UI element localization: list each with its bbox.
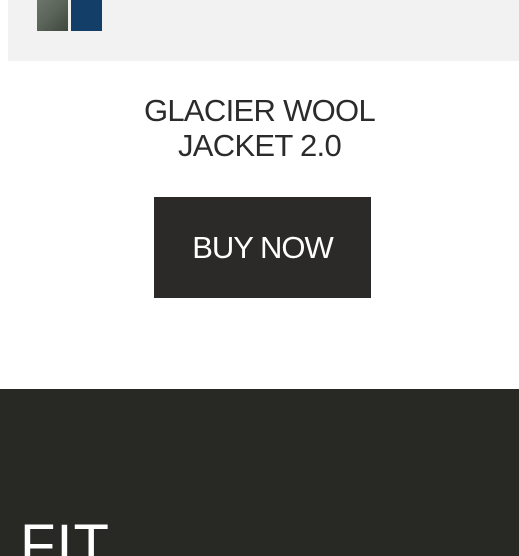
color-swatches: [37, 0, 102, 31]
product-title-line-2[interactable]: JACKET 2.0: [0, 128, 519, 163]
buy-now-button[interactable]: BUY NOW: [154, 197, 371, 298]
swatch-navy[interactable]: [71, 0, 102, 31]
product-title[interactable]: GLACIER WOOL JACKET 2.0: [0, 93, 519, 163]
fit-heading: FIT: [20, 513, 110, 556]
fit-section: FIT: [0, 389, 519, 556]
product-title-line-1[interactable]: GLACIER WOOL: [0, 93, 519, 128]
product-image-area: [8, 0, 519, 61]
swatch-grey[interactable]: [37, 0, 68, 31]
